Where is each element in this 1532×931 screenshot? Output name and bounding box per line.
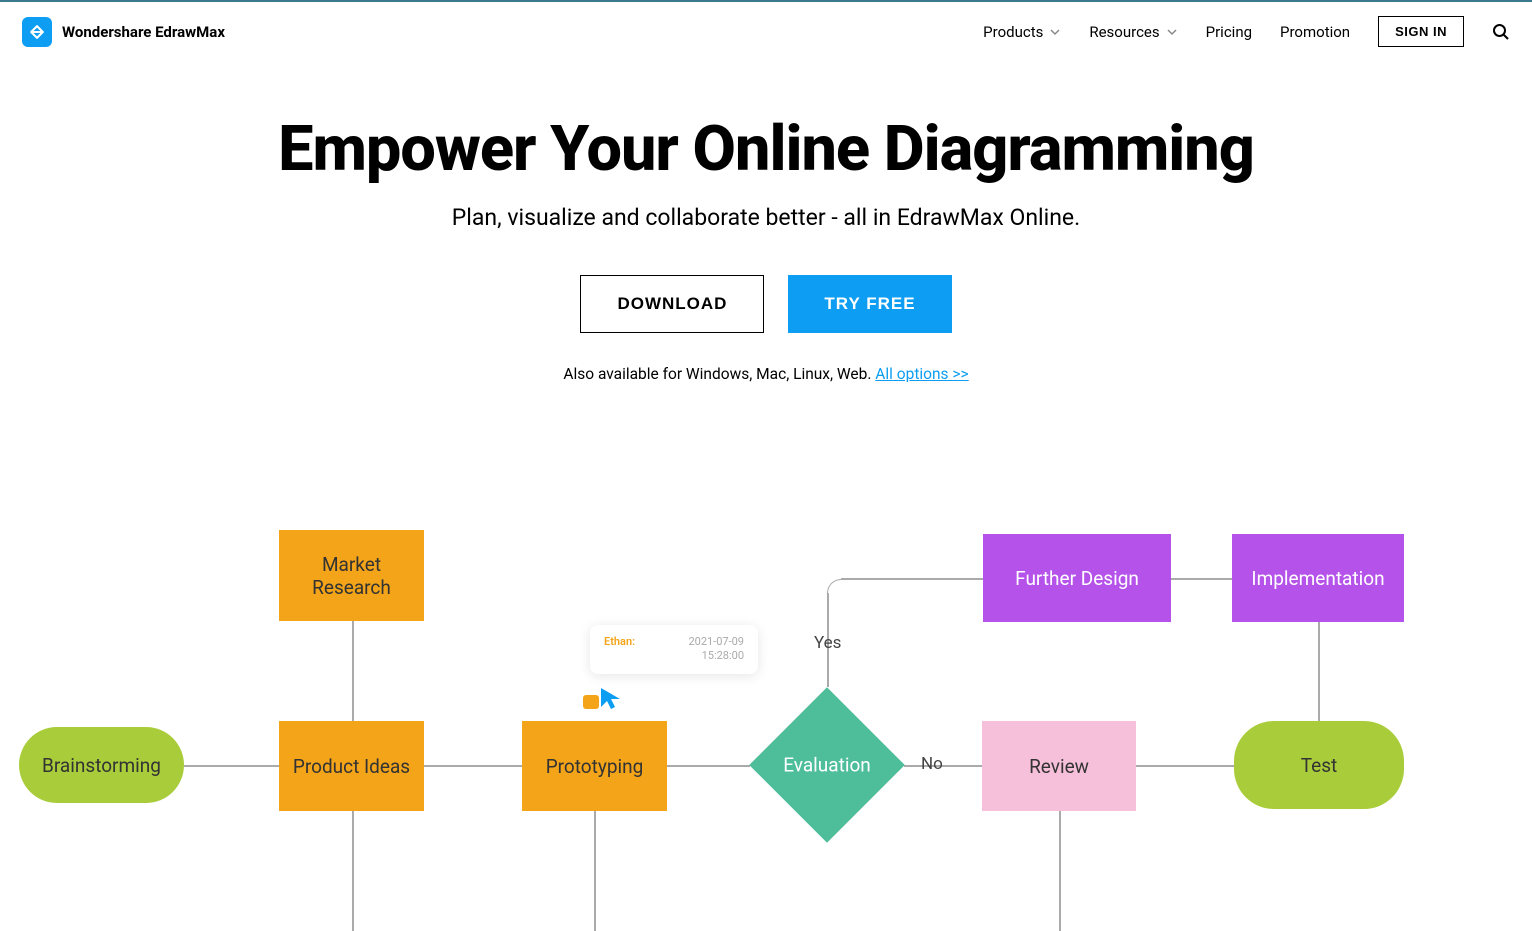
connector [352, 811, 354, 931]
comment-time: 15:28:00 [688, 649, 744, 663]
availability-prefix: Also available for Windows, Mac, Linux, … [563, 365, 875, 383]
sign-in-button[interactable]: SIGN IN [1378, 16, 1464, 47]
node-product-ideas: Product Ideas [279, 721, 424, 811]
node-review: Review [982, 721, 1136, 811]
chevron-down-icon [1166, 26, 1178, 38]
cursor-pointer-icon [598, 685, 626, 713]
connector [1318, 621, 1320, 721]
try-free-button[interactable]: TRY FREE [788, 275, 951, 333]
node-evaluation-label: Evaluation [749, 754, 905, 777]
all-options-link[interactable]: All options >> [875, 365, 968, 383]
comment-meta: 2021-07-09 15:28:00 [688, 635, 744, 664]
nav-resources[interactable]: Resources [1089, 23, 1177, 41]
connector [184, 765, 280, 767]
nav-pricing[interactable]: Pricing [1206, 23, 1252, 41]
chat-icon [583, 695, 599, 709]
node-test: Test [1234, 721, 1404, 809]
connector [841, 578, 983, 580]
main-nav: Products Resources Pricing Promotion SIG… [983, 16, 1510, 47]
node-further-design: Further Design [983, 534, 1171, 622]
connector-curve [827, 579, 843, 595]
hero-title: Empower Your Online Diagramming [0, 113, 1532, 186]
cta-row: DOWNLOAD TRY FREE [0, 275, 1532, 333]
nav-promotion[interactable]: Promotion [1280, 23, 1350, 41]
node-brainstorming: Brainstorming [19, 727, 184, 803]
connector [904, 765, 982, 767]
connector [666, 765, 750, 767]
logo-wrap[interactable]: Wondershare EdrawMax [22, 17, 225, 47]
nav-promotion-label: Promotion [1280, 23, 1350, 41]
connector [1170, 578, 1232, 580]
nav-pricing-label: Pricing [1206, 23, 1252, 41]
node-evaluation: Evaluation [749, 687, 905, 843]
connector [424, 765, 522, 767]
node-prototyping: Prototyping [522, 721, 667, 811]
nav-products-label: Products [983, 23, 1043, 41]
download-button[interactable]: DOWNLOAD [580, 275, 764, 333]
nav-products[interactable]: Products [983, 23, 1061, 41]
availability-text: Also available for Windows, Mac, Linux, … [0, 365, 1532, 383]
connector [352, 621, 354, 721]
hero-subtitle: Plan, visualize and collaborate better -… [0, 204, 1532, 231]
search-icon[interactable] [1492, 23, 1510, 41]
chevron-down-icon [1049, 26, 1061, 38]
connector [594, 811, 596, 931]
brand-name: Wondershare EdrawMax [62, 23, 225, 41]
edge-label-yes: Yes [814, 633, 841, 653]
hero-section: Empower Your Online Diagramming Plan, vi… [0, 61, 1532, 383]
connector [1059, 811, 1061, 931]
logo-icon [22, 17, 52, 47]
comment-tooltip: Ethan: 2021-07-09 15:28:00 [590, 625, 758, 674]
main-header: Wondershare EdrawMax Products Resources … [0, 2, 1532, 61]
node-market-research: Market Research [279, 530, 424, 621]
comment-date: 2021-07-09 [688, 635, 744, 649]
connector [1136, 765, 1234, 767]
nav-resources-label: Resources [1089, 23, 1159, 41]
edge-label-no: No [921, 754, 943, 774]
hero-diagram: Brainstorming Market Research Product Id… [0, 463, 1532, 913]
comment-author: Ethan: [604, 635, 635, 648]
node-implementation: Implementation [1232, 534, 1404, 622]
